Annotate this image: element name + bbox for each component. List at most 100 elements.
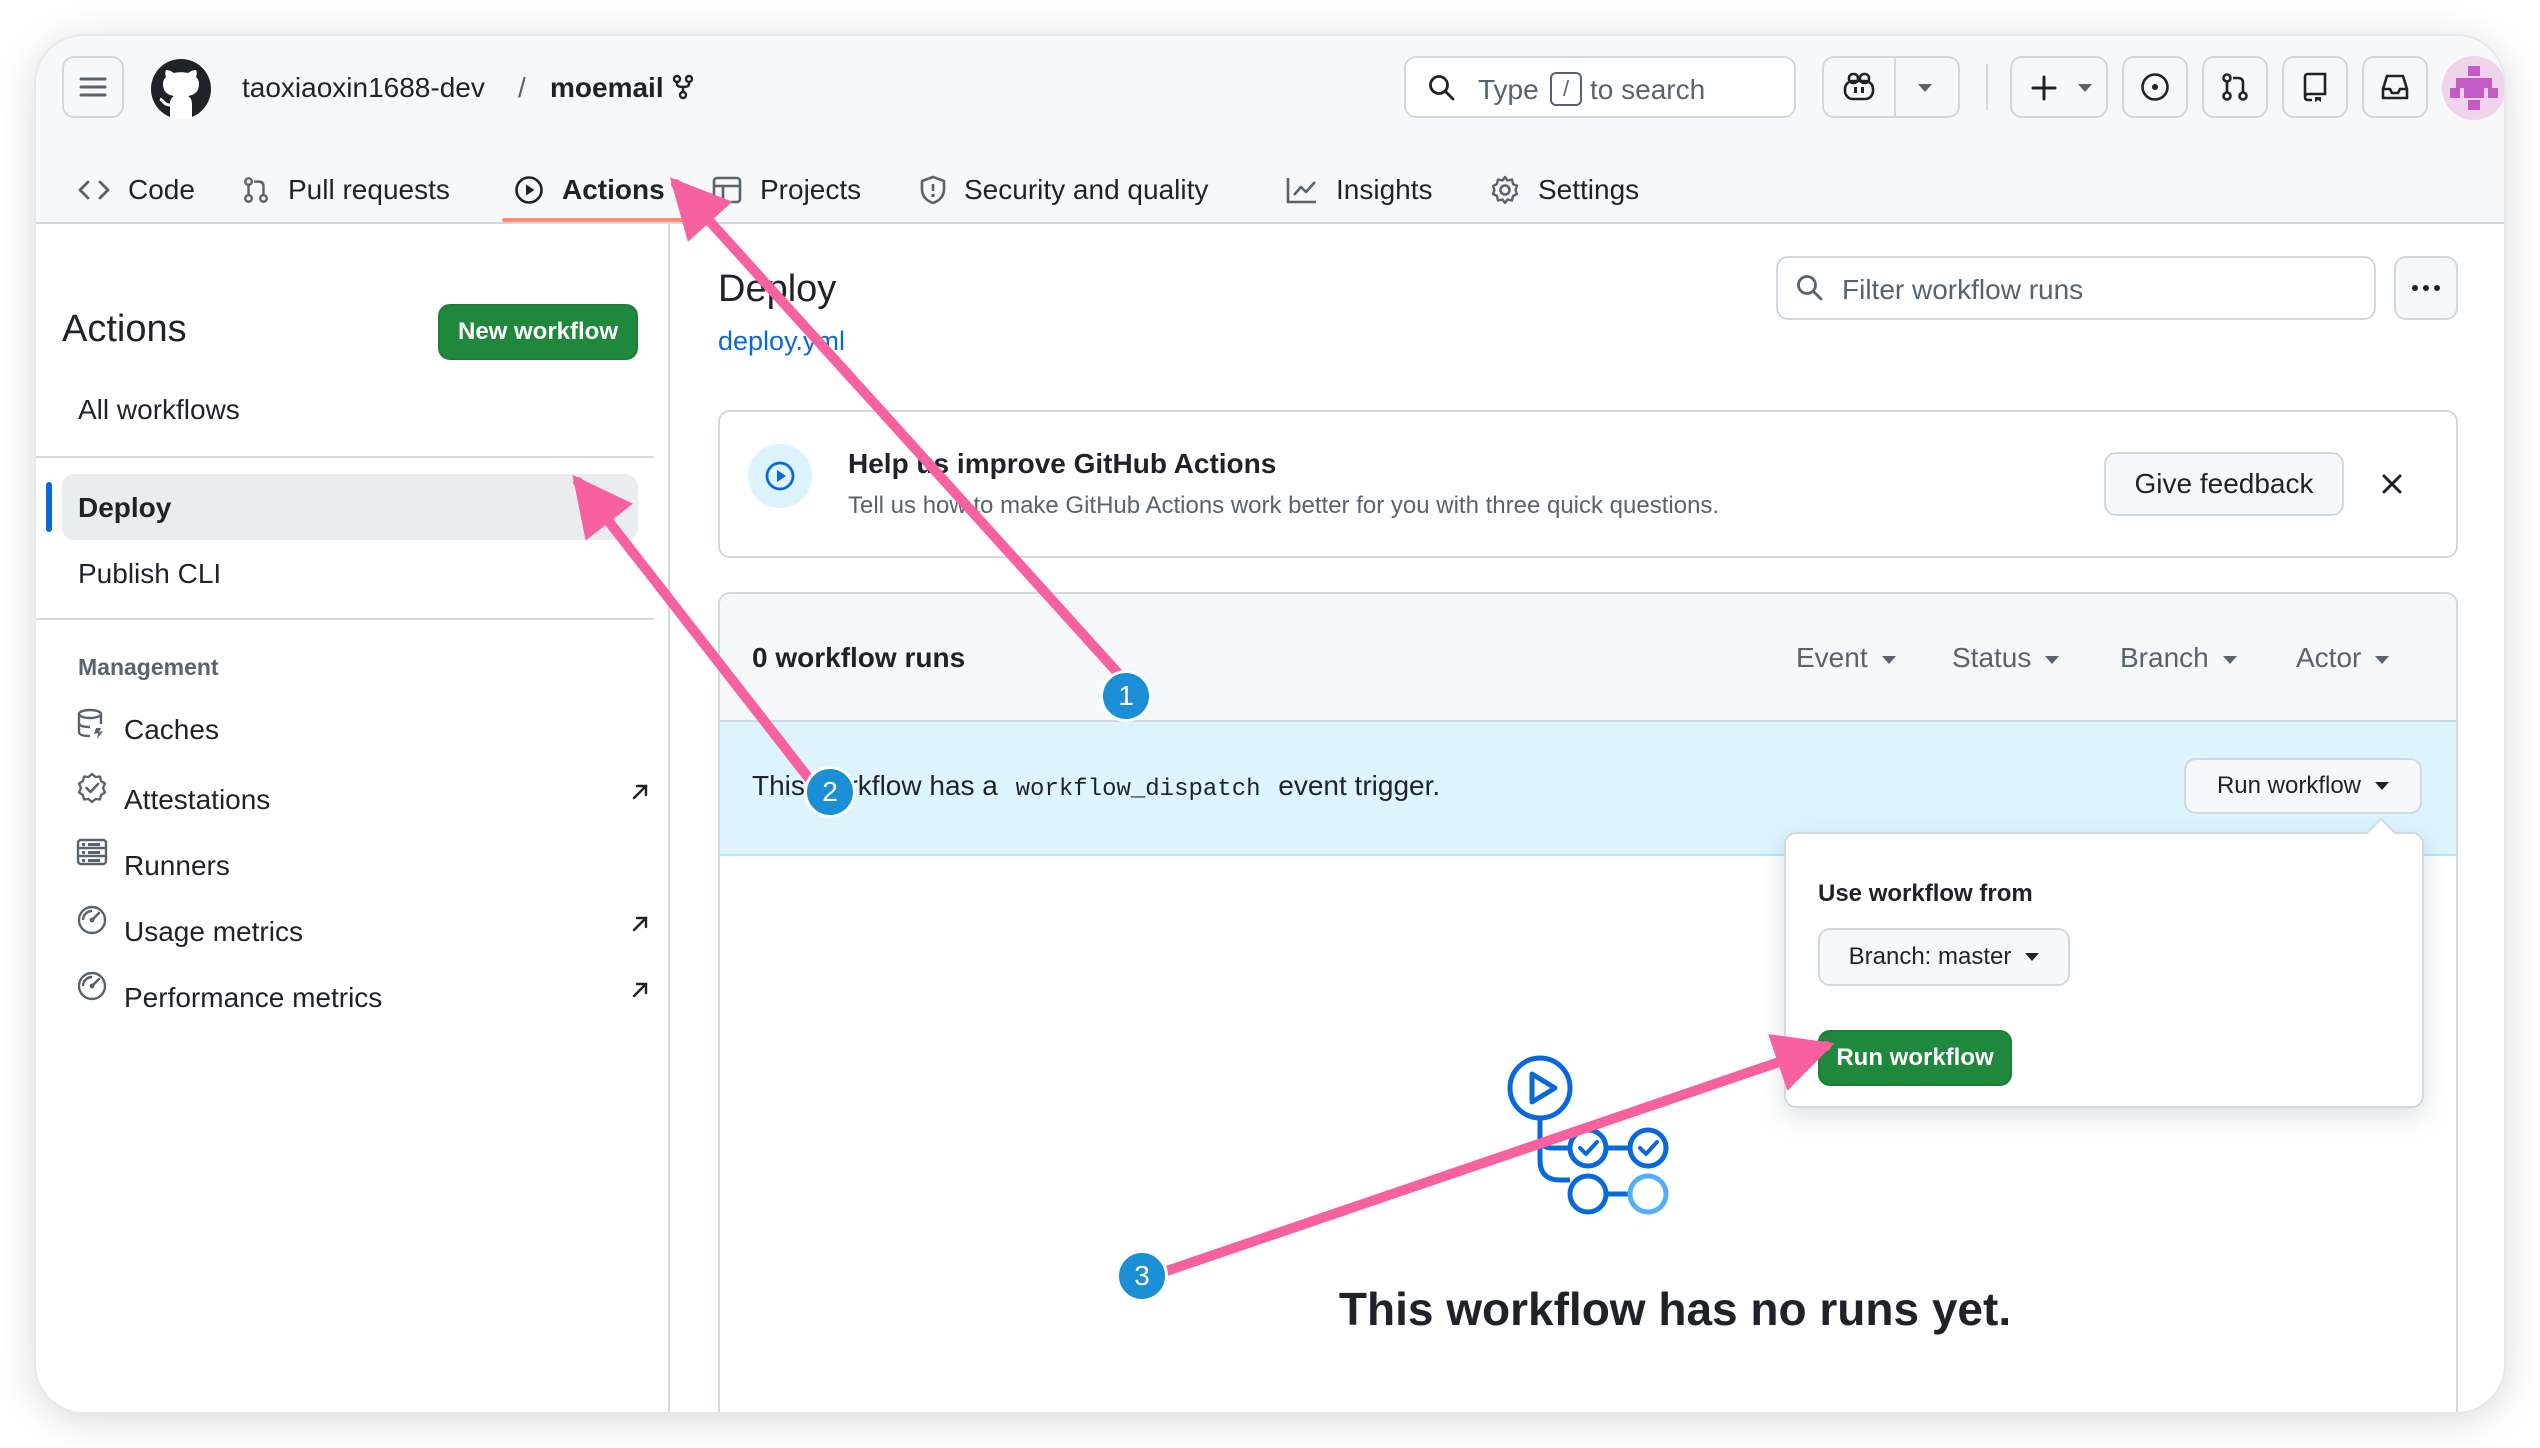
usage-metrics-label: Usage metrics <box>124 916 303 947</box>
annotation-badge-1: 1 <box>1100 670 1152 722</box>
avatar[interactable] <box>2442 56 2504 120</box>
gear-icon <box>1490 175 1520 205</box>
new-workflow-button[interactable]: New workflow <box>438 304 638 360</box>
sidebar-item-all-workflows[interactable]: All workflows <box>78 394 240 426</box>
performance-metrics-label: Performance metrics <box>124 982 383 1013</box>
repositories-button[interactable] <box>2282 56 2348 118</box>
repo-name-link[interactable]: moemail <box>550 72 664 104</box>
tab-code-label: Code <box>128 174 195 205</box>
tab-pull-requests-label: Pull requests <box>288 174 450 205</box>
workflow-file-link[interactable]: deploy.yml <box>718 326 845 357</box>
create-new-button[interactable] <box>2010 56 2108 118</box>
path-separator: / <box>518 72 526 103</box>
browser-frame: taoxiaoxin1688-dev / moemail Type / to s… <box>36 36 2504 1412</box>
feedback-icon-circle <box>748 444 812 508</box>
repo-owner-link[interactable]: taoxiaoxin1688-dev <box>242 72 485 104</box>
sidebar-item-runners[interactable]: Runners <box>76 838 636 882</box>
sidebar-item-performance-metrics[interactable]: Performance metrics <box>76 970 648 1014</box>
search-suffix: to search <box>1590 74 1706 105</box>
issues-button[interactable] <box>2122 56 2188 118</box>
run-workflow-dropdown-label: Run workflow <box>2216 772 2362 799</box>
fork-icon <box>672 74 694 100</box>
tab-projects-label: Projects <box>760 174 862 205</box>
copilot-split-button[interactable] <box>1822 56 1960 118</box>
global-search-input[interactable]: Type / to search <box>1404 56 1796 118</box>
chevron-down-icon[interactable] <box>1918 84 1932 94</box>
sidebar-item-publish-cli[interactable]: Publish CLI <box>78 558 221 590</box>
play-circle-icon <box>764 460 796 492</box>
filter-workflow-runs-input[interactable]: Filter workflow runs <box>1776 256 2376 320</box>
filter-branch-button[interactable]: Branch <box>2120 642 2237 674</box>
search-icon <box>1796 274 1824 302</box>
meter-icon <box>76 904 108 936</box>
copilot-icon[interactable] <box>1842 72 1876 102</box>
annotation-badge-3: 3 <box>1116 1250 1168 1302</box>
menu-button[interactable] <box>62 56 124 118</box>
more-options-button[interactable] <box>2394 256 2458 320</box>
link-external-icon <box>630 782 650 802</box>
inbox-icon <box>2380 73 2410 101</box>
feedback-title: Help us improve GitHub Actions <box>848 448 1277 479</box>
empty-state-message: This workflow has no runs yet. <box>1338 1283 2012 1335</box>
tab-settings[interactable]: Settings <box>1490 160 1639 220</box>
sidebar-divider <box>36 456 654 458</box>
run-workflow-popover: Use workflow from Branch: master Run wor… <box>1784 817 2424 1108</box>
pull-requests-button[interactable] <box>2202 56 2268 118</box>
filter-status-button[interactable]: Status <box>1952 642 2060 674</box>
run-workflow-submit-button[interactable]: Run workflow <box>1818 1030 2012 1086</box>
sidebar-item-attestations[interactable]: Attestations <box>76 772 648 816</box>
workflow-title: Deploy <box>718 268 837 310</box>
branch-select-button[interactable]: Branch: master <box>1818 928 2070 986</box>
filter-placeholder: Filter workflow runs <box>1842 274 2084 305</box>
filter-actor-button[interactable]: Actor <box>2296 642 2390 674</box>
attestations-label: Attestations <box>124 784 271 815</box>
copilot-divider <box>1894 58 1896 116</box>
filter-actor-label: Actor <box>2296 642 2362 673</box>
runs-header: 0 workflow runs Event Status Branch Acto… <box>720 594 2456 722</box>
sidebar-title: Actions <box>62 308 187 350</box>
tab-actions-label: Actions <box>562 174 665 205</box>
tab-actions[interactable]: Actions <box>514 160 665 220</box>
link-external-icon <box>630 914 650 934</box>
repo-header: taoxiaoxin1688-dev / moemail Type / to s… <box>36 36 2504 224</box>
tab-security[interactable]: Security and quality <box>920 160 1208 220</box>
search-prefix: Type <box>1478 74 1539 105</box>
popover-title: Use workflow from <box>1818 880 2033 907</box>
verified-icon <box>76 772 108 804</box>
git-pull-request-icon <box>2220 72 2250 102</box>
table-icon <box>712 176 742 204</box>
dispatch-suffix: event trigger. <box>1278 770 1441 801</box>
feedback-text: Tell us how to make GitHub Actions work … <box>848 492 1720 519</box>
tab-code[interactable]: Code <box>78 160 195 220</box>
active-tab-underline <box>502 218 712 222</box>
give-feedback-button[interactable]: Give feedback <box>2104 452 2344 516</box>
branch-select-label: Branch: master <box>1848 943 2012 970</box>
meter-icon <box>76 970 108 1002</box>
repo-icon <box>2301 72 2329 102</box>
dispatch-prefix: This workflow has a <box>752 770 998 801</box>
tab-security-label: Security and quality <box>964 174 1209 205</box>
tab-insights[interactable]: Insights <box>1286 160 1433 220</box>
kebab-horizontal-icon <box>2411 284 2441 292</box>
runners-label: Runners <box>124 850 230 881</box>
filter-event-button[interactable]: Event <box>1796 642 1896 674</box>
server-icon <box>76 838 108 866</box>
database-icon <box>76 708 106 740</box>
inbox-button[interactable] <box>2362 56 2428 118</box>
sidebar-item-usage-metrics[interactable]: Usage metrics <box>76 904 648 948</box>
issue-opened-icon <box>2140 72 2170 102</box>
github-logo-icon[interactable] <box>150 58 212 120</box>
tab-insights-label: Insights <box>1336 174 1433 205</box>
run-workflow-dropdown-button[interactable]: Run workflow <box>2184 758 2422 814</box>
tab-projects[interactable]: Projects <box>712 160 861 220</box>
feedback-banner: Help us improve GitHub Actions Tell us h… <box>718 410 2458 558</box>
filter-branch-label: Branch <box>2120 642 2209 673</box>
close-icon[interactable] <box>2380 472 2404 496</box>
graph-icon <box>1286 176 1318 204</box>
sidebar-item-caches[interactable]: Caches <box>76 708 636 752</box>
sidebar-divider <box>36 618 654 620</box>
caches-label: Caches <box>124 714 219 745</box>
shield-icon <box>920 175 946 205</box>
hamburger-icon <box>79 76 107 98</box>
tab-pull-requests[interactable]: Pull requests <box>242 160 450 220</box>
